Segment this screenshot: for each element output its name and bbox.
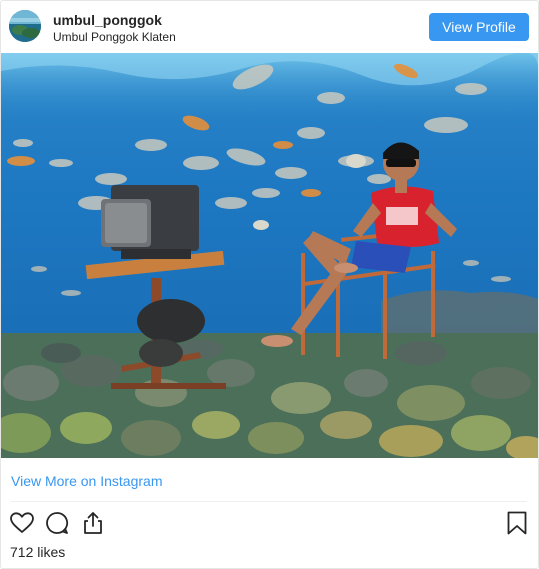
location[interactable]: Umbul Ponggok Klaten	[53, 30, 176, 44]
view-more-on-instagram-link[interactable]: View More on Instagram	[11, 473, 162, 489]
post-header: umbul_ponggok Umbul Ponggok Klaten View …	[1, 1, 538, 53]
share-button[interactable]	[80, 510, 106, 536]
username[interactable]: umbul_ponggok	[53, 12, 162, 28]
post-photo[interactable]	[1, 53, 538, 458]
save-button[interactable]	[504, 510, 530, 536]
bookmark-icon	[504, 510, 530, 536]
comment-button[interactable]	[44, 510, 70, 536]
likes-count[interactable]: 712 likes	[10, 544, 65, 560]
comment-bubble-icon	[44, 510, 70, 536]
view-profile-button[interactable]: View Profile	[429, 13, 529, 41]
instagram-embed-card: umbul_ponggok Umbul Ponggok Klaten View …	[0, 0, 539, 569]
like-button[interactable]	[9, 510, 35, 536]
divider	[11, 501, 527, 502]
share-upload-icon	[80, 510, 106, 536]
heart-icon	[9, 510, 35, 536]
avatar[interactable]	[9, 10, 41, 42]
